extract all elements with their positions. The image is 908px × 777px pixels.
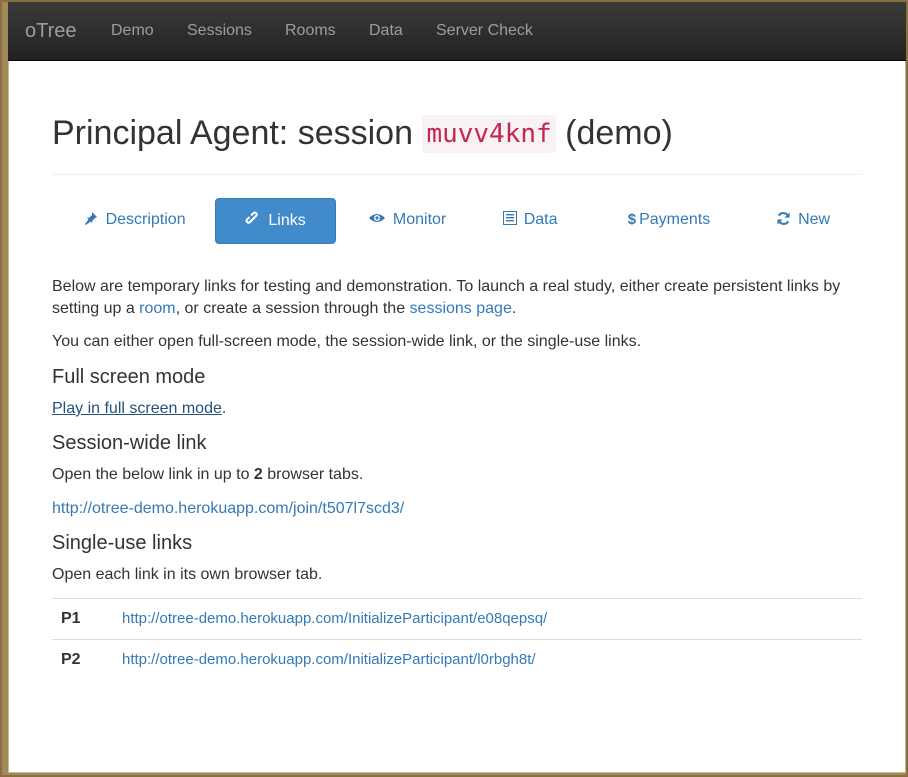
- tab-label-description: Description: [105, 211, 186, 228]
- session-wide-text-after: browser tabs.: [262, 466, 364, 483]
- fullscreen-after: .: [221, 400, 227, 417]
- max-tabs-count: 2: [253, 466, 263, 483]
- table-row: P1 http://otree-demo.herokuapp.com/Initi…: [52, 598, 862, 639]
- participant-link[interactable]: http://otree-demo.herokuapp.com/Initiali…: [122, 651, 536, 668]
- fullscreen-link[interactable]: Play in full screen mode: [52, 400, 222, 417]
- session-wide-link[interactable]: http://otree-demo.herokuapp.com/join/t50…: [52, 500, 404, 517]
- tab-label-payments: Payments: [639, 211, 711, 228]
- tab-label-data: Data: [523, 211, 558, 228]
- fullscreen-heading: Full screen mode: [52, 366, 206, 388]
- navbar: oTree Demo Sessions Rooms Data Server Ch…: [8, 2, 906, 61]
- session-code: muvv4knf: [422, 115, 556, 153]
- tab-new[interactable]: New: [770, 198, 836, 242]
- tab-data[interactable]: Data: [488, 198, 572, 242]
- session-tabs: Description Links Monitor Data $ Payments: [52, 198, 862, 244]
- pushpin-icon: [84, 211, 102, 228]
- intro-part2: , or create a session through the: [175, 300, 410, 317]
- tab-payments[interactable]: $ Payments: [610, 198, 728, 242]
- single-use-heading: Single-use links: [52, 532, 193, 554]
- browser-window: oTree Demo Sessions Rooms Data Server Ch…: [8, 2, 906, 773]
- intro-text: Below are temporary links for testing an…: [52, 276, 852, 320]
- nav-server-check[interactable]: Server Check: [436, 22, 533, 40]
- tab-monitor[interactable]: Monitor: [359, 198, 455, 242]
- tab-description[interactable]: Description: [80, 198, 190, 242]
- sessions-page-link[interactable]: sessions page: [410, 300, 512, 317]
- intro-text-2: You can either open full-screen mode, th…: [52, 333, 642, 350]
- participant-id: P1: [61, 610, 81, 627]
- nav-demo[interactable]: Demo: [111, 22, 154, 40]
- session-wide-text-before: Open the below link in up to: [52, 466, 254, 483]
- single-use-text: Open each link in its own browser tab.: [52, 566, 323, 583]
- nav-data[interactable]: Data: [369, 22, 403, 40]
- tab-links[interactable]: Links: [215, 198, 336, 244]
- tab-label-new: New: [798, 211, 831, 228]
- nav-rooms[interactable]: Rooms: [285, 22, 336, 40]
- nav-sessions[interactable]: Sessions: [187, 22, 252, 40]
- intro-part3: .: [511, 300, 517, 317]
- title-divider: [52, 174, 862, 175]
- participant-link[interactable]: http://otree-demo.herokuapp.com/Initiali…: [122, 610, 547, 627]
- session-wide-url-line: http://otree-demo.herokuapp.com/join/t50…: [52, 498, 852, 520]
- room-link[interactable]: room: [139, 300, 175, 317]
- participant-id: P2: [61, 651, 81, 668]
- table-row: P2 http://otree-demo.herokuapp.com/Initi…: [52, 639, 862, 680]
- list-alt-icon: [502, 211, 521, 228]
- eye-icon: [368, 211, 390, 228]
- tab-label-monitor: Monitor: [392, 211, 447, 228]
- brand-link[interactable]: oTree: [25, 20, 77, 43]
- single-use-links-table: P1 http://otree-demo.herokuapp.com/Initi…: [52, 598, 862, 680]
- tab-label-links: Links: [268, 212, 306, 229]
- link-icon: [245, 211, 265, 229]
- title-suffix: (demo): [565, 114, 673, 152]
- fullscreen-line: Play in full screen mode.: [52, 398, 852, 420]
- refresh-icon: [776, 211, 795, 228]
- window-frame: oTree Demo Sessions Rooms Data Server Ch…: [0, 0, 908, 777]
- session-wide-text: Open the below link in up to 2 browser t…: [52, 464, 852, 486]
- session-wide-heading: Session-wide link: [52, 432, 207, 454]
- dollar-icon: $: [627, 211, 637, 228]
- title-prefix: Principal Agent: session: [52, 114, 413, 152]
- page-title: Principal Agent: session muvv4knf (demo): [52, 114, 673, 153]
